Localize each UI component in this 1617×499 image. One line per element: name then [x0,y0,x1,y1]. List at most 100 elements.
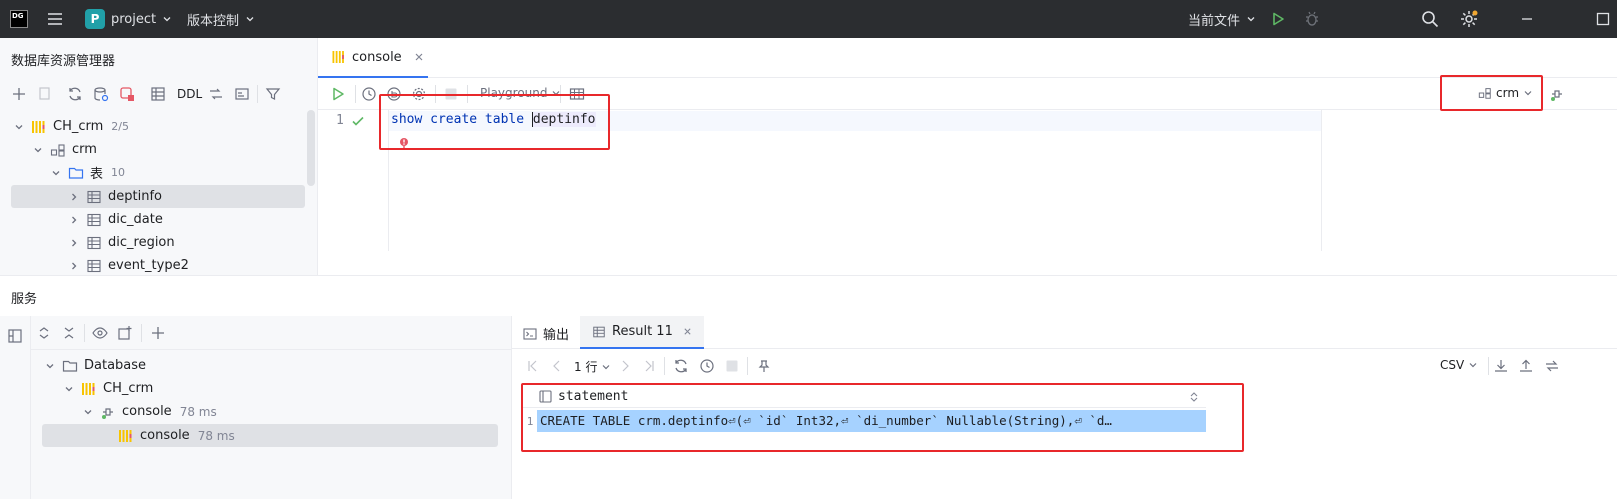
sql-statement[interactable]: show create table deptinfo [391,112,596,127]
close-icon[interactable] [414,52,424,62]
editor-toolbar: Playground crm [318,78,1617,110]
schema-selector[interactable]: crm [1478,86,1533,100]
tree-item-table[interactable]: event_type2 [11,254,189,277]
error-indicator-icon[interactable] [398,137,410,151]
tree-item-table[interactable]: dic_region [11,231,175,254]
run-config-selector[interactable]: 当前文件 [1188,0,1256,38]
tree-item-console[interactable]: console 78 ms [42,424,498,447]
result-tab-bar: 输出 Result 11 [512,316,1617,349]
add-button[interactable] [10,85,28,103]
filter-button[interactable] [264,85,282,103]
tree-item-schema[interactable]: crm [30,138,97,161]
tab-console[interactable]: console [318,38,428,78]
column-header-statement[interactable]: statement [558,389,628,404]
stop-button[interactable] [723,357,741,375]
maximize-button[interactable] [1596,0,1610,38]
settings-button[interactable] [410,85,428,103]
export-format-selector[interactable]: CSV [1440,358,1478,372]
expand-all-button[interactable] [35,324,53,342]
project-selector[interactable]: P project [85,0,172,38]
toolbar-divider [355,85,356,103]
compare-button[interactable] [1543,357,1561,375]
session-selector[interactable] [1548,85,1566,103]
chevron-down-icon[interactable] [48,165,64,181]
copy-button[interactable] [35,85,53,103]
view-options-button[interactable] [91,324,109,342]
toolbar-divider [435,85,436,103]
ddl-button[interactable]: DDL [177,87,202,101]
first-page-button[interactable] [524,357,542,375]
vcs-menu[interactable]: 版本控制 [187,0,255,38]
debug-button[interactable] [1304,0,1320,38]
table-name: dic_date [108,212,163,227]
chevron-right-icon[interactable] [66,189,82,205]
history-button[interactable] [698,357,716,375]
new-tab-button[interactable] [116,324,134,342]
database-explorer-panel: 数据库资源管理器 DDL CH_crm 2/5 crm 表 10 deptinf… [0,38,318,275]
last-page-button[interactable] [640,357,658,375]
editor-tab-bar: console [318,38,1617,78]
chevron-down-icon[interactable] [30,142,46,158]
tree-item-database[interactable]: Database [42,354,146,377]
main-menu-button[interactable] [46,0,64,38]
layout-toggle-button[interactable] [6,327,24,345]
chevron-right-icon[interactable] [66,235,82,251]
page-size-selector[interactable]: 1 行 [574,358,611,375]
connection-icon [1551,90,1562,101]
datasource-properties-button[interactable] [92,85,110,103]
tab-output[interactable]: 输出 [523,324,569,343]
result-view-button[interactable] [568,85,586,103]
statement-cell[interactable]: CREATE TABLE crm.deptinfo⏎(⏎ `id` Int32,… [537,410,1206,432]
tree-item-tables-folder[interactable]: 表 10 [48,161,125,184]
next-page-button[interactable] [616,357,634,375]
code-editor[interactable]: 1 show create table deptinfo [318,110,1617,251]
clock-icon [362,87,376,101]
table-row[interactable]: 1 CREATE TABLE crm.deptinfo⏎(⏎ `id` Int3… [523,410,1206,432]
execute-button[interactable] [329,85,347,103]
chevron-down-icon[interactable] [61,381,77,397]
download-button[interactable] [1492,357,1510,375]
session-time: 78 ms [179,404,217,419]
tree-item-session[interactable]: console 78 ms [80,400,217,423]
refresh-button[interactable] [66,85,84,103]
schema-selector-label: crm [1496,86,1520,100]
playground-label: Playground [480,86,548,100]
tree-item-table[interactable]: dic_date [11,208,163,231]
sort-icon[interactable] [1190,391,1198,402]
run-button[interactable] [1270,0,1286,38]
close-icon[interactable] [683,327,692,336]
chevron-down-icon[interactable] [80,404,96,420]
pin-tab-button[interactable] [755,357,773,375]
app-logo[interactable]: DG [10,0,28,38]
minimize-button[interactable] [1520,0,1534,38]
playground-mode-selector[interactable]: Playground [480,86,561,100]
chevron-down-icon [246,17,254,22]
prev-page-button[interactable] [548,357,566,375]
transaction-mode-button[interactable] [385,85,403,103]
tab-label: console [352,49,402,65]
reload-button[interactable] [672,357,690,375]
chevron-down-icon[interactable] [42,358,58,374]
upload-button[interactable] [1517,357,1535,375]
tree-item-table[interactable]: deptinfo [11,185,305,208]
settings-button[interactable] [1459,0,1479,38]
chevron-right-icon[interactable] [66,212,82,228]
history-button[interactable] [360,85,378,103]
chevron-right-icon[interactable] [66,258,82,274]
tree-item-datasource[interactable]: CH_crm 2/5 [11,115,129,138]
tree-item-datasource[interactable]: CH_crm [61,377,153,400]
collapse-all-button[interactable] [60,324,78,342]
jump-to-button[interactable] [207,85,225,103]
panel-title: 服务 [11,292,38,307]
console-button[interactable] [233,85,251,103]
table-editor-button[interactable] [149,85,167,103]
add-service-button[interactable] [149,324,167,342]
line-number: 1 [336,113,344,128]
row-number-header [523,386,539,408]
disconnect-button[interactable] [118,85,136,103]
search-button[interactable] [1421,0,1439,38]
chevron-down-icon[interactable] [11,119,27,135]
tab-result[interactable]: Result 11 [580,316,704,349]
stop-button[interactable] [442,85,460,103]
scrollbar-thumb[interactable] [307,110,315,186]
